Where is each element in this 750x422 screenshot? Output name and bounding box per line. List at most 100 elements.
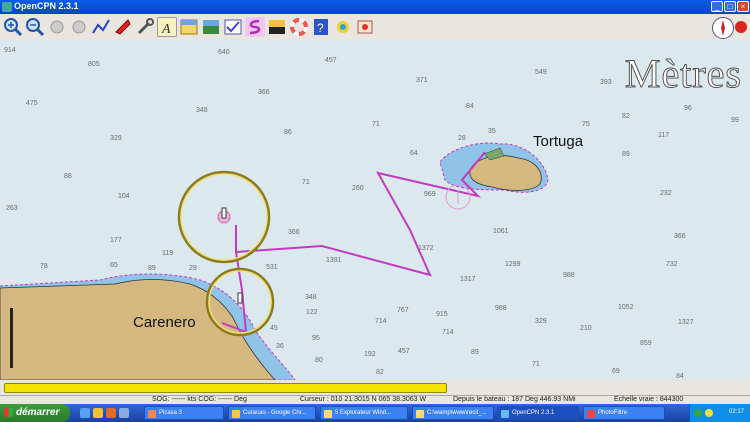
depth-sounding: 348 (196, 107, 208, 114)
taskbar-item-chrome[interactable]: Curacao - Google Chr... (228, 406, 316, 420)
depth-sounding: 1372 (418, 245, 434, 252)
depth-units-label: Mètres (624, 51, 742, 97)
place-label-tortuga: Tortuga (533, 133, 584, 150)
text-toggle-icon[interactable]: A (157, 17, 177, 37)
taskbar-item-explorer[interactable]: 5 Explorateur Wind... (320, 406, 408, 420)
depth-sounding: 714 (442, 329, 454, 336)
depth-sounding: 82 (376, 369, 384, 376)
help-icon[interactable]: ? (311, 17, 331, 37)
depth-sounding: 29 (189, 265, 197, 272)
depth-sounding: 117 (658, 132, 669, 139)
depth-sounding: 84 (466, 103, 474, 110)
quicklaunch-app-icon[interactable] (106, 408, 116, 418)
depth-sounding: 95 (312, 335, 320, 342)
maximize-button[interactable]: □ (724, 1, 736, 12)
depth-sounding: 260 (352, 185, 364, 192)
main-toolbar: A ? (0, 14, 750, 41)
tide-icon[interactable] (223, 17, 243, 37)
depth-sounding: 82 (622, 113, 630, 120)
depth-sounding: 366 (288, 229, 300, 236)
scale-bar (10, 308, 13, 368)
quicklaunch-browser-icon[interactable] (80, 408, 90, 418)
depth-sounding: 859 (640, 340, 652, 347)
zoom-out-icon[interactable] (25, 17, 45, 37)
depth-sounding: 475 (26, 100, 38, 107)
volume-icon[interactable] (705, 409, 713, 417)
quicklaunch-media-icon[interactable] (93, 408, 103, 418)
depth-sounding: 36 (276, 343, 284, 350)
depth-sounding: 732 (666, 261, 678, 268)
depth-sounding: 84 (676, 373, 684, 380)
chart-quilt-icon[interactable] (179, 17, 199, 37)
depth-sounding: 457 (398, 348, 410, 355)
depth-sounding: 915 (436, 311, 448, 318)
clock: 02:17 (728, 409, 744, 415)
place-label-carenero: Carenero (133, 314, 196, 331)
depth-sounding: 1052 (618, 304, 634, 311)
taskbar-item-photofiltre[interactable]: PhotoFiltre (583, 406, 665, 420)
status-sog-cog: SOG: ------ kts COG: ------ Deg (152, 396, 247, 403)
depth-sounding: 65 (110, 262, 118, 269)
depth-sounding: 75 (582, 121, 590, 128)
plugin-icon[interactable] (333, 17, 353, 37)
depth-sounding: 71 (302, 179, 310, 186)
gps-status-icon (731, 17, 750, 37)
depth-sounding: 86 (284, 129, 292, 136)
track-icon[interactable] (267, 17, 287, 37)
scale-out-icon[interactable] (69, 17, 89, 37)
depth-sounding: 1299 (505, 261, 521, 268)
depth-sounding: 119 (162, 250, 173, 257)
status-cursor-position: Curseur : 010 21.3015 N 065 38.3063 W (300, 396, 427, 403)
scale-in-icon[interactable] (47, 17, 67, 37)
current-icon[interactable] (201, 17, 221, 37)
print-icon[interactable] (355, 17, 375, 37)
depth-sounding: 767 (397, 307, 409, 314)
taskbar-item-opencpn[interactable]: OpenCPN 2.3.1 (497, 406, 579, 420)
depth-sounding: 969 (424, 191, 436, 198)
start-button[interactable]: démarrer (0, 404, 70, 422)
boat-marker-1 (221, 207, 227, 219)
depth-sounding: 531 (266, 264, 278, 271)
depth-sounding: 28 (458, 135, 466, 142)
depth-sounding: 89 (148, 265, 156, 272)
depth-sounding: 192 (364, 351, 376, 358)
depth-sounding: 371 (416, 77, 428, 84)
depth-sounding: 210 (580, 325, 592, 332)
minimize-button[interactable]: _ (711, 1, 723, 12)
taskbar-item-picasa[interactable]: Picasa 3 (144, 406, 224, 420)
taskbar-item-wamp-folder[interactable]: C:\wamp\www\recit_... (412, 406, 494, 420)
svg-text:A: A (161, 22, 171, 37)
chart-canvas[interactable]: 914 805 640 457 371 549 393 475 348 366 84 96 75 82 99… (0, 40, 750, 380)
settings-wrench-icon[interactable] (135, 17, 155, 37)
depth-sounding: 457 (325, 57, 337, 64)
ais-icon[interactable] (245, 17, 265, 37)
network-icon[interactable] (694, 409, 702, 417)
depth-sounding: 96 (684, 105, 692, 112)
man-overboard-icon[interactable] (289, 17, 309, 37)
depth-sounding: 89 (471, 349, 479, 356)
depth-sounding: 549 (535, 69, 547, 76)
depth-sounding: 329 (110, 135, 122, 142)
depth-sounding: 366 (258, 89, 270, 96)
status-scale: Echelle vraie : 844300 (614, 396, 684, 403)
depth-sounding: 1061 (493, 228, 509, 235)
quicklaunch-desktop-icon[interactable] (119, 408, 129, 418)
route-icon[interactable] (91, 17, 111, 37)
depth-sounding: 914 (4, 47, 16, 54)
zoom-in-icon[interactable] (3, 17, 23, 37)
depth-sounding: 104 (118, 193, 130, 200)
window-title: OpenCPN 2.3.1 (14, 1, 79, 11)
windows-logo-icon (4, 408, 13, 417)
depth-sounding: 232 (660, 190, 672, 197)
depth-sounding: 122 (306, 309, 318, 316)
depth-sounding: 366 (674, 233, 686, 240)
status-from-boat: Depuis le bateau : 187 Deg 446.93 NMi (453, 396, 576, 403)
depth-sounding: 89 (622, 151, 630, 158)
app-icon (2, 2, 12, 12)
depth-sounding: 71 (532, 361, 540, 368)
depth-sounding: 988 (495, 305, 507, 312)
depth-sounding: 1391 (326, 257, 342, 264)
close-button[interactable]: × (737, 1, 749, 12)
progress-fill (4, 383, 447, 393)
follow-boat-icon[interactable] (113, 17, 133, 37)
